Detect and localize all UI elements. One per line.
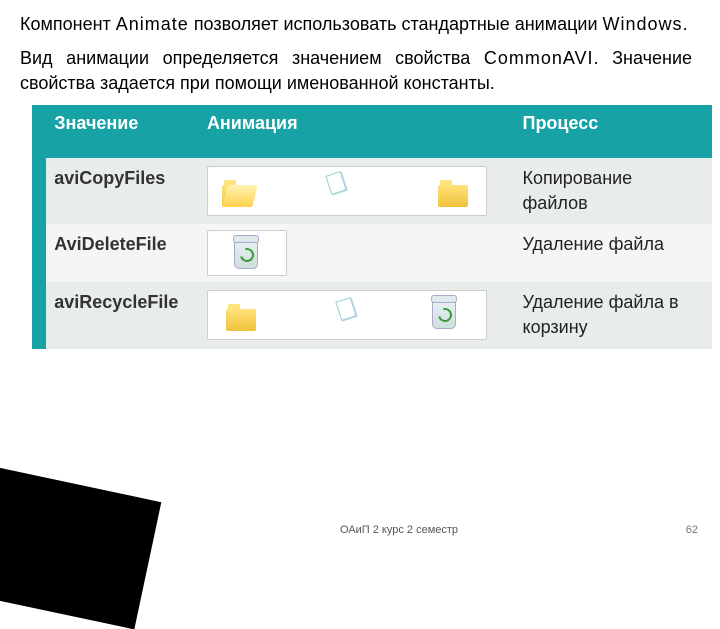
footer-text: ОАиП 2 курс 2 семестр	[340, 524, 458, 536]
cell-value: aviCopyFiles	[46, 158, 199, 224]
table-header-row: Значение Анимация Процесс	[32, 105, 712, 158]
copy-files-icon	[207, 166, 487, 216]
table-row: AviDeleteFile Удаление файла	[32, 224, 712, 282]
text: .	[683, 14, 688, 34]
paragraph-2: Вид анимации определяется значением свой…	[20, 46, 692, 95]
delete-file-icon	[207, 230, 287, 276]
text: Компонент	[20, 14, 116, 34]
cell-anim	[199, 282, 515, 348]
table-row: aviCopyFiles Копирование файлов	[32, 158, 712, 224]
header-proc: Процесс	[515, 105, 698, 158]
cell-anim	[199, 224, 515, 282]
cell-value: AviDeleteFile	[46, 224, 199, 282]
text: позволяет использовать стандартные анима…	[189, 14, 603, 34]
text: Вид анимации определяется значением свой…	[20, 48, 484, 68]
header-value: Значение	[46, 105, 199, 158]
cell-proc: Копирование файлов	[515, 158, 698, 224]
paragraph-1: Компонент Animate позволяет использовать…	[20, 12, 692, 36]
header-anim: Анимация	[199, 105, 515, 158]
recycle-file-icon	[207, 290, 487, 340]
token-windows: Windows	[603, 14, 683, 34]
header-tail	[698, 105, 712, 158]
token-commonavi: CommonAVI	[484, 48, 594, 68]
cell-anim	[199, 158, 515, 224]
cell-value: aviRecycleFile	[46, 282, 199, 348]
cell-proc: Удаление файла в корзину	[515, 282, 698, 348]
table-row: aviRecycleFile Удаление файла в корзину	[32, 282, 712, 348]
constants-table: Значение Анимация Процесс aviCopyFiles К…	[32, 105, 712, 349]
page-number: 62	[686, 524, 698, 536]
token-animate: Animate	[116, 14, 189, 34]
slide-corner-decoration	[0, 461, 161, 629]
cell-proc: Удаление файла	[515, 224, 698, 282]
header-stub	[32, 105, 46, 158]
